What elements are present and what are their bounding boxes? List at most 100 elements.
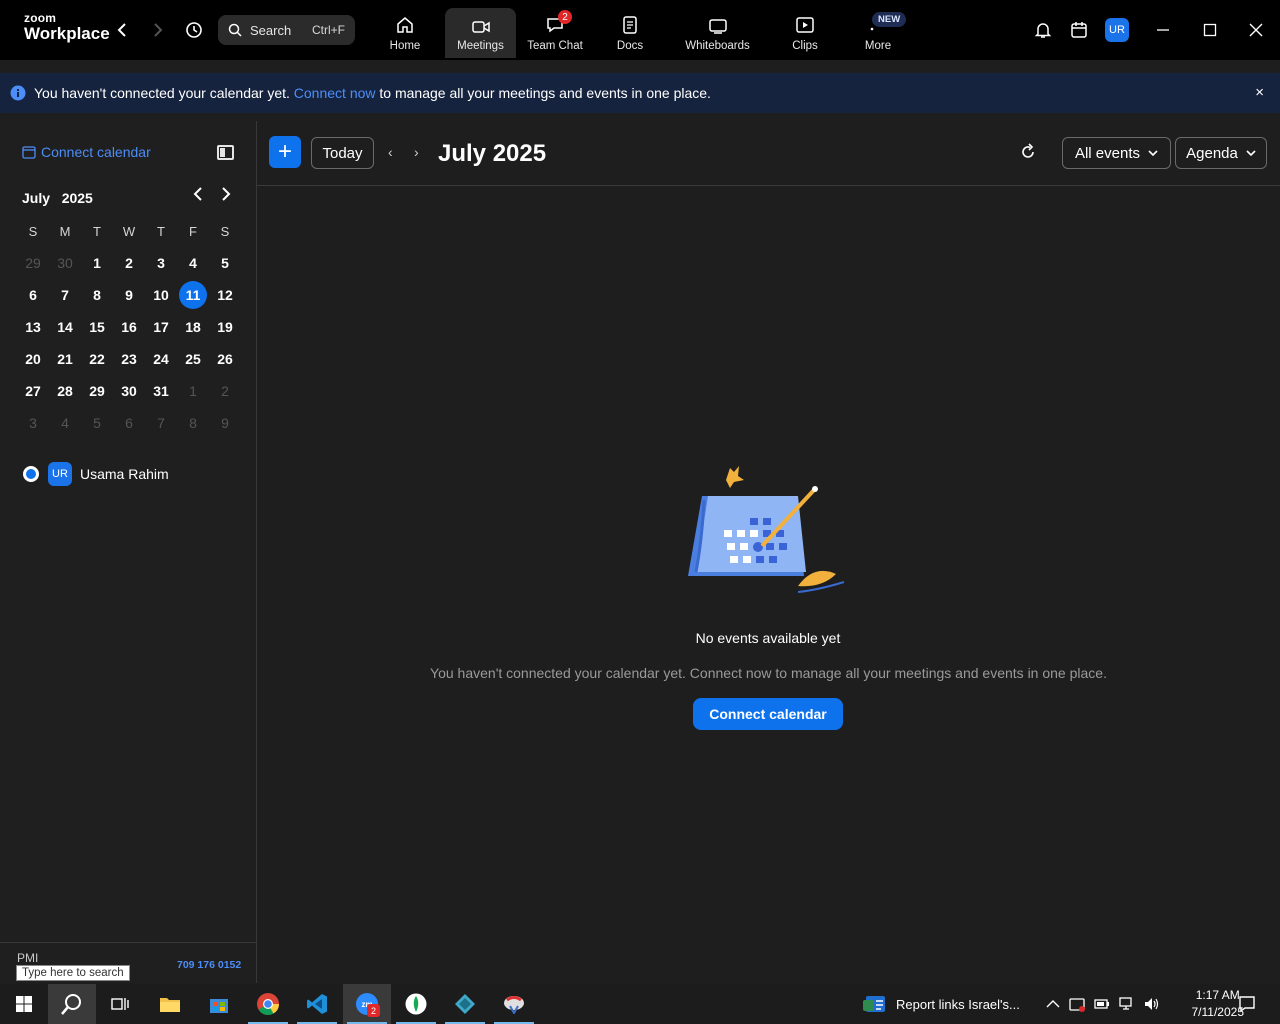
- tab-label: Home: [389, 40, 421, 52]
- notifications-icon[interactable]: [1238, 984, 1256, 1024]
- calendar-app-icon[interactable]: [1070, 21, 1088, 39]
- new-event-button[interactable]: +: [269, 136, 301, 168]
- close-window-icon[interactable]: [1249, 0, 1263, 60]
- task-view-icon[interactable]: [96, 984, 144, 1024]
- vscode-icon[interactable]: [293, 984, 341, 1024]
- agenda-dropdown[interactable]: Agenda: [1175, 137, 1267, 169]
- forward-arrow-icon[interactable]: [148, 20, 168, 40]
- mini-calendar-day[interactable]: 30: [49, 247, 81, 279]
- news-widget[interactable]: Report links Israel's...: [862, 984, 1020, 1024]
- chevron-up-icon[interactable]: [1046, 1000, 1060, 1008]
- mini-calendar-day[interactable]: 2: [209, 375, 241, 407]
- mini-calendar-day[interactable]: 23: [113, 343, 145, 375]
- mini-calendar-day[interactable]: 29: [17, 247, 49, 279]
- connect-calendar-button[interactable]: Connect calendar: [693, 698, 843, 730]
- profile-avatar[interactable]: UR: [1105, 18, 1129, 42]
- mini-calendar-day[interactable]: 26: [209, 343, 241, 375]
- windows-start-icon[interactable]: [0, 984, 48, 1024]
- mini-calendar-day[interactable]: 13: [17, 311, 49, 343]
- taskbar-search-icon[interactable]: [48, 984, 96, 1024]
- mini-calendar-day[interactable]: 28: [49, 375, 81, 407]
- banner-text-before: You haven't connected your calendar yet.: [34, 85, 294, 101]
- mini-calendar-day[interactable]: 7: [145, 407, 177, 439]
- mini-calendar-day[interactable]: 1: [177, 375, 209, 407]
- weekday-header: S: [220, 223, 230, 239]
- mini-calendar-day[interactable]: 22: [81, 343, 113, 375]
- history-icon[interactable]: [184, 20, 204, 40]
- tab-label: Meetings: [457, 40, 504, 52]
- next-month-icon[interactable]: ›: [414, 144, 419, 160]
- logo-top: zoom: [24, 11, 57, 25]
- network-icon[interactable]: [1119, 997, 1135, 1011]
- mini-calendar-day[interactable]: 9: [113, 279, 145, 311]
- mongodb-icon[interactable]: [392, 984, 440, 1024]
- mini-calendar-day[interactable]: 6: [17, 279, 49, 311]
- mini-calendar-day[interactable]: 8: [81, 279, 113, 311]
- snipping-tool-icon[interactable]: [490, 984, 538, 1024]
- tab-docs[interactable]: Docs: [594, 8, 666, 58]
- tab-team-chat[interactable]: 2 Team Chat: [516, 8, 594, 58]
- back-arrow-icon[interactable]: [112, 20, 132, 40]
- today-button[interactable]: Today: [311, 137, 374, 169]
- mini-calendar-day[interactable]: 10: [145, 279, 177, 311]
- mini-calendar-day[interactable]: 21: [49, 343, 81, 375]
- battery-icon[interactable]: [1094, 998, 1110, 1010]
- mini-calendar-day[interactable]: 7: [49, 279, 81, 311]
- mini-calendar-day[interactable]: 17: [145, 311, 177, 343]
- mini-calendar-day[interactable]: 29: [81, 375, 113, 407]
- mini-calendar-day[interactable]: 16: [113, 311, 145, 343]
- tab-more[interactable]: NEW More: [841, 8, 915, 58]
- volume-icon[interactable]: [1144, 997, 1160, 1011]
- maximize-icon[interactable]: [1203, 0, 1217, 60]
- mini-calendar-day[interactable]: 18: [177, 311, 209, 343]
- mini-calendar-day[interactable]: 20: [17, 343, 49, 375]
- taskbar-clock[interactable]: 1:17 AM 7/11/2025: [1192, 987, 1245, 1021]
- tab-whiteboards[interactable]: Whiteboards: [666, 8, 769, 58]
- store-icon[interactable]: [195, 984, 243, 1024]
- zoom-taskbar-icon[interactable]: zm 2: [343, 984, 391, 1024]
- banner-connect-link[interactable]: Connect now: [294, 85, 376, 101]
- mini-calendar-day[interactable]: 9: [209, 407, 241, 439]
- mini-calendar-day[interactable]: 4: [177, 247, 209, 279]
- mini-calendar-day[interactable]: 30: [113, 375, 145, 407]
- all-events-dropdown[interactable]: All events: [1062, 137, 1171, 169]
- mini-calendar-day[interactable]: 15: [81, 311, 113, 343]
- banner-close-icon[interactable]: ×: [1255, 84, 1264, 101]
- mini-calendar-day[interactable]: 8: [177, 407, 209, 439]
- tab-clips[interactable]: Clips: [769, 8, 841, 58]
- meet-now-icon[interactable]: [1069, 996, 1085, 1012]
- mini-prev-icon[interactable]: [193, 187, 203, 206]
- mini-calendar-day[interactable]: 4: [49, 407, 81, 439]
- app-diamond-icon[interactable]: [441, 984, 489, 1024]
- bell-icon[interactable]: [1034, 21, 1052, 39]
- mini-calendar-day[interactable]: 3: [17, 407, 49, 439]
- mini-calendar-day[interactable]: 2: [113, 247, 145, 279]
- mini-calendar-day[interactable]: 12: [209, 279, 241, 311]
- mini-calendar-day[interactable]: 14: [49, 311, 81, 343]
- tab-meetings[interactable]: Meetings: [445, 8, 516, 58]
- mini-calendar-day[interactable]: 3: [145, 247, 177, 279]
- mini-calendar-day[interactable]: 6: [113, 407, 145, 439]
- chrome-icon[interactable]: [244, 984, 292, 1024]
- search-box[interactable]: Search Ctrl+F: [218, 15, 355, 45]
- mini-calendar-day[interactable]: 11: [177, 279, 209, 311]
- mini-calendar-day[interactable]: 27: [17, 375, 49, 407]
- minimize-icon[interactable]: [1156, 0, 1170, 60]
- panel-toggle-icon[interactable]: [217, 145, 234, 160]
- sidebar-connect-calendar[interactable]: Connect calendar: [22, 144, 151, 160]
- mini-calendar-day[interactable]: 25: [177, 343, 209, 375]
- user-calendar-toggle[interactable]: [23, 466, 39, 482]
- mini-calendar-day[interactable]: 31: [145, 375, 177, 407]
- refresh-icon[interactable]: [1019, 143, 1037, 161]
- tab-home[interactable]: Home: [370, 8, 440, 58]
- mini-calendar-day[interactable]: 5: [81, 407, 113, 439]
- prev-month-icon[interactable]: ‹: [388, 144, 393, 160]
- mini-calendar-day[interactable]: 5: [209, 247, 241, 279]
- mini-calendar-day[interactable]: 24: [145, 343, 177, 375]
- mini-next-icon[interactable]: [221, 187, 231, 206]
- calendar-user-row[interactable]: UR Usama Rahim: [23, 462, 169, 486]
- mini-calendar-day[interactable]: 1: [81, 247, 113, 279]
- mini-calendar-day[interactable]: 19: [209, 311, 241, 343]
- file-explorer-icon[interactable]: [146, 984, 194, 1024]
- pmi-number[interactable]: 709 176 0152: [177, 959, 241, 971]
